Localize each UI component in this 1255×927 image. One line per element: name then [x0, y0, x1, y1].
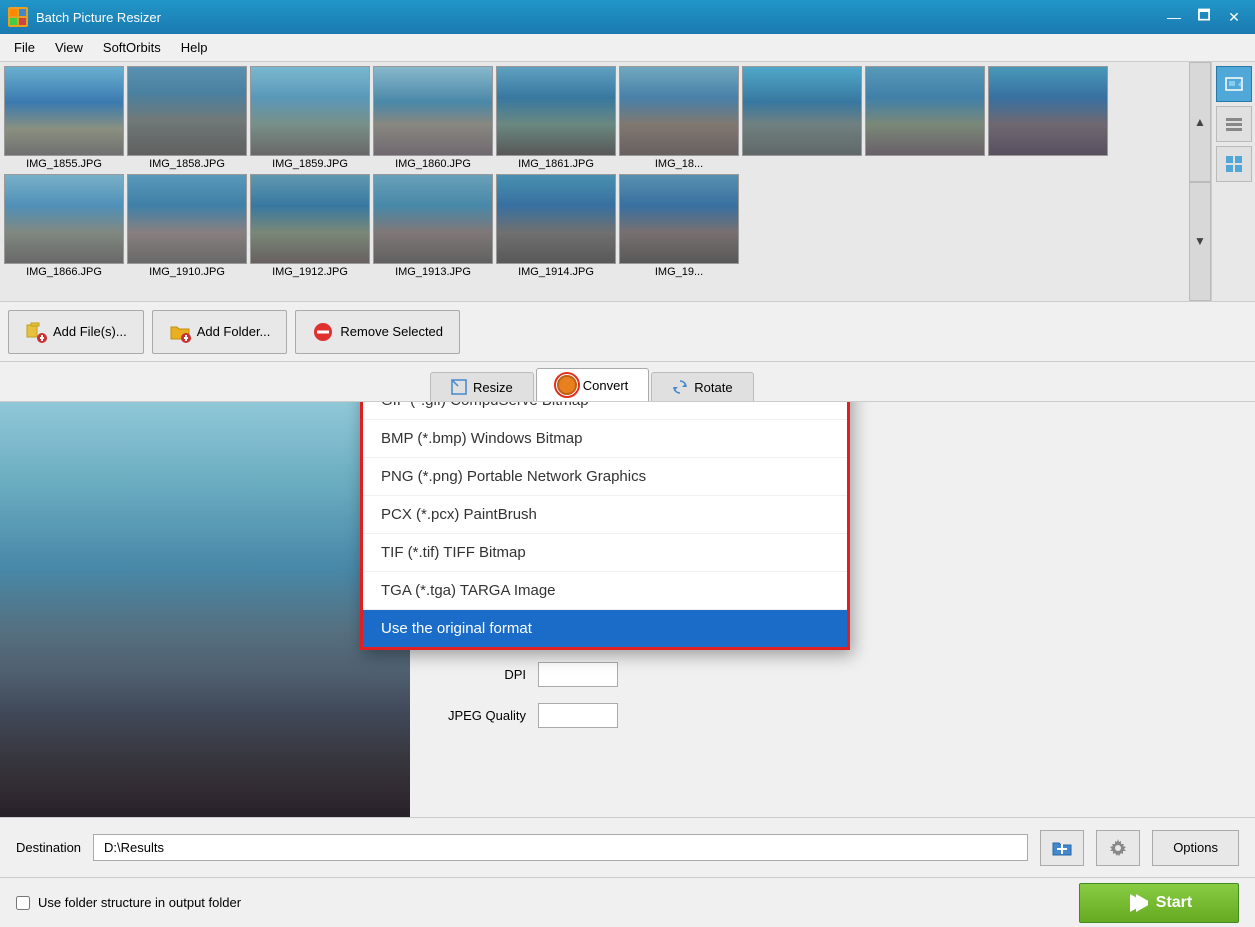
thumb-img1914[interactable]: IMG_1914.JPG — [496, 174, 616, 278]
menu-help[interactable]: Help — [171, 36, 218, 59]
strip-scroll-up[interactable]: ▲ — [1189, 62, 1211, 182]
toolbar: Add File(s)... Add Folder... Remove Se — [0, 302, 1255, 362]
options-button[interactable]: Options — [1152, 830, 1239, 866]
content-area: Format Use the original format ▼ JPG (*.… — [0, 402, 1255, 817]
main-content: IMG_1855.JPG IMG_1858.JPG IMG_1859.JPG I… — [0, 62, 1255, 927]
thumb-img7[interactable] — [742, 66, 862, 170]
thumb-img1858[interactable]: IMG_1858.JPG — [127, 66, 247, 170]
jpeg-quality-label: JPEG Quality — [426, 708, 526, 723]
minimize-button[interactable]: — — [1161, 4, 1187, 30]
dpi-label: DPI — [426, 667, 526, 682]
start-arrow-icon — [1126, 892, 1148, 914]
dpi-row: DPI — [426, 662, 1239, 687]
big-format-dropdown: Use the original format ▼ JPG (*.jpg) JP… — [360, 402, 850, 650]
thumb-img1861[interactable]: IMG_1861.JPG — [496, 66, 616, 170]
add-files-button[interactable]: Add File(s)... — [8, 310, 144, 354]
add-folder-label: Add Folder... — [197, 324, 271, 339]
footer-bar: Use folder structure in output folder St… — [0, 877, 1255, 927]
start-label: Start — [1156, 894, 1192, 912]
thumb-img1910[interactable]: IMG_1910.JPG — [127, 174, 247, 278]
thumb-img1913[interactable]: IMG_1913.JPG — [373, 174, 493, 278]
sidebar-grid-view-btn[interactable] — [1216, 146, 1252, 182]
thumb-img1855[interactable]: IMG_1855.JPG — [4, 66, 124, 170]
add-files-label: Add File(s)... — [53, 324, 127, 339]
app-title: Batch Picture Resizer — [36, 10, 161, 25]
add-folder-icon — [169, 321, 191, 343]
sidebar-photo-view-btn[interactable] — [1216, 66, 1252, 102]
title-bar-controls: — 🗖 ✕ — [1161, 4, 1247, 30]
big-format-option-tga[interactable]: TGA (*.tga) TARGA Image — [363, 572, 847, 610]
folder-structure-checkbox[interactable] — [16, 896, 30, 910]
folder-icon — [1051, 837, 1073, 859]
menu-file[interactable]: File — [4, 36, 45, 59]
tabs-area: Resize Convert Rotate — [0, 362, 1255, 402]
start-button[interactable]: Start — [1079, 883, 1239, 923]
jpeg-quality-row: JPEG Quality — [426, 703, 1239, 728]
tab-convert-label: Convert — [583, 378, 629, 393]
title-bar-left: Batch Picture Resizer — [8, 7, 161, 27]
preview-image — [0, 402, 410, 817]
add-folder-button[interactable]: Add Folder... — [152, 310, 288, 354]
app-icon — [8, 7, 28, 27]
tab-resize[interactable]: Resize — [430, 372, 534, 401]
preview-panel — [0, 402, 410, 817]
resize-icon — [451, 379, 467, 395]
image-row-1: IMG_1855.JPG IMG_1858.JPG IMG_1859.JPG I… — [0, 62, 1211, 172]
big-format-option-original[interactable]: Use the original format — [363, 610, 847, 647]
settings-panel: Format Use the original format ▼ JPG (*.… — [410, 402, 1255, 817]
destination-browse-button[interactable] — [1040, 830, 1084, 866]
close-button[interactable]: ✕ — [1221, 4, 1247, 30]
big-format-option-pcx[interactable]: PCX (*.pcx) PaintBrush — [363, 496, 847, 534]
tab-rotate[interactable]: Rotate — [651, 372, 753, 401]
destination-input[interactable] — [93, 834, 1028, 861]
destination-label: Destination — [16, 840, 81, 855]
thumb-img1859[interactable]: IMG_1859.JPG — [250, 66, 370, 170]
remove-selected-icon — [312, 321, 334, 343]
rotate-icon — [672, 379, 688, 395]
thumb-img1860[interactable]: IMG_1860.JPG — [373, 66, 493, 170]
tab-resize-label: Resize — [473, 380, 513, 395]
thumb-img1912[interactable]: IMG_1912.JPG — [250, 174, 370, 278]
thumb-img1862[interactable]: IMG_18... — [619, 66, 739, 170]
tab-rotate-label: Rotate — [694, 380, 732, 395]
menu-bar: File View SoftOrbits Help — [0, 34, 1255, 62]
big-format-option-tif[interactable]: TIF (*.tif) TIFF Bitmap — [363, 534, 847, 572]
menu-view[interactable]: View — [45, 36, 93, 59]
convert-icon-wrapper — [557, 375, 577, 395]
folder-structure-label: Use folder structure in output folder — [38, 895, 241, 910]
thumb-img1915[interactable]: IMG_19... — [619, 174, 739, 278]
big-format-option-bmp[interactable]: BMP (*.bmp) Windows Bitmap — [363, 420, 847, 458]
remove-selected-label: Remove Selected — [340, 324, 443, 339]
menu-softorbits[interactable]: SoftOrbits — [93, 36, 171, 59]
right-sidebar — [1211, 62, 1255, 301]
image-strip-container: IMG_1855.JPG IMG_1858.JPG IMG_1859.JPG I… — [0, 62, 1255, 302]
jpeg-quality-input[interactable] — [538, 703, 618, 728]
dpi-input[interactable] — [538, 662, 618, 687]
thumb-img9[interactable] — [988, 66, 1108, 170]
big-dropdown-list: JPG (*.jpg) JPEG Bitmap GIF (*.gif) Comp… — [363, 402, 847, 647]
big-format-option-gif[interactable]: GIF (*.gif) CompuServe Bitmap — [363, 402, 847, 420]
thumb-img1866[interactable]: IMG_1866.JPG — [4, 174, 124, 278]
destination-bar: Destination Options — [0, 817, 1255, 877]
sidebar-list-view-btn[interactable] — [1216, 106, 1252, 142]
gear-icon — [1108, 838, 1128, 858]
strip-scroll-down[interactable]: ▼ — [1189, 182, 1211, 302]
footer-left: Use folder structure in output folder — [16, 895, 241, 910]
big-dropdown-overlay: Use the original format ▼ JPG (*.jpg) JP… — [360, 402, 850, 650]
tab-convert[interactable]: Convert — [536, 368, 650, 401]
image-row-2: IMG_1866.JPG IMG_1910.JPG IMG_1912.JPG I… — [0, 172, 1211, 282]
add-files-icon — [25, 321, 47, 343]
settings-button[interactable] — [1096, 830, 1140, 866]
thumb-img8[interactable] — [865, 66, 985, 170]
big-format-option-png[interactable]: PNG (*.png) Portable Network Graphics — [363, 458, 847, 496]
remove-selected-button[interactable]: Remove Selected — [295, 310, 460, 354]
maximize-button[interactable]: 🗖 — [1191, 4, 1217, 30]
title-bar: Batch Picture Resizer — 🗖 ✕ — [0, 0, 1255, 34]
